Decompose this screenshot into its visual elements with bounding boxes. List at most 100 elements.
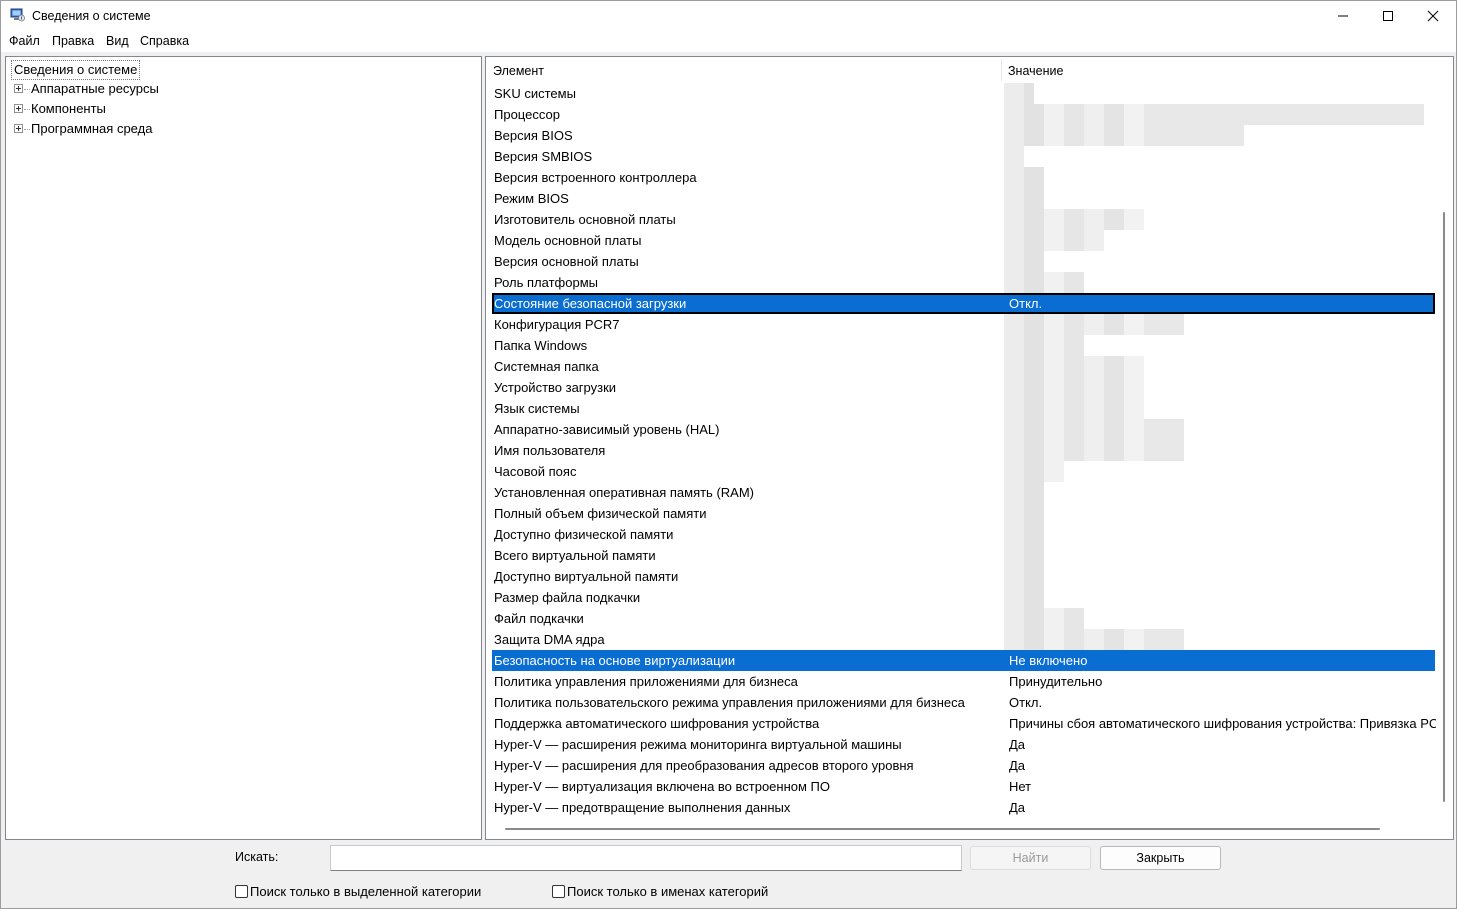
list-row[interactable]: Версия основной платы <box>492 251 1435 272</box>
checkbox-label: Поиск только в именах категорий <box>567 884 769 899</box>
expand-icon[interactable] <box>14 104 23 113</box>
list-row[interactable]: Системная папка <box>492 356 1435 377</box>
minimize-icon <box>1338 15 1348 17</box>
checkbox-search-category-names[interactable]: Поиск только в именах категорий <box>552 884 782 900</box>
list-row[interactable]: Hyper-V — расширения для преобразования … <box>492 755 1435 776</box>
tree-connector <box>24 109 30 110</box>
row-item-label: Защита DMA ядра <box>494 632 605 647</box>
tree-node-label: Аппаратные ресурсы <box>31 81 159 96</box>
redacted-value-mosaic <box>1004 482 1044 503</box>
row-item-label: Безопасность на основе виртуализации <box>494 653 736 668</box>
menu-view[interactable]: Вид <box>105 34 130 48</box>
menu-file[interactable]: Файл <box>8 34 41 48</box>
tree-root-system-summary[interactable]: Сведения о системе <box>11 60 141 80</box>
title-bar[interactable]: Сведения о системе <box>1 1 1456 31</box>
list-row[interactable]: Роль платформы <box>492 272 1435 293</box>
checkbox-box[interactable] <box>235 885 248 898</box>
checkbox-box[interactable] <box>552 885 565 898</box>
list-row[interactable]: Доступно физической памяти <box>492 524 1435 545</box>
expand-icon[interactable] <box>14 124 23 133</box>
list-row[interactable]: Файл подкачки <box>492 608 1435 629</box>
list-row[interactable]: Hyper-V — предотвращение выполнения данн… <box>492 797 1435 818</box>
list-row[interactable]: Версия BIOS <box>492 125 1435 146</box>
row-item-label: Системная папка <box>494 359 599 374</box>
redacted-value-mosaic <box>1004 461 1064 482</box>
redacted-value-mosaic <box>1004 104 1424 125</box>
row-item-label: Размер файла подкачки <box>494 590 641 605</box>
category-tree[interactable]: Сведения о системе Аппаратные ресурсы Ко… <box>5 56 482 840</box>
tree-node-label: Компоненты <box>31 101 106 116</box>
row-item-label: Устройство загрузки <box>494 380 617 395</box>
list-row[interactable]: Режим BIOS <box>492 188 1435 209</box>
search-label: Искать: <box>235 850 279 864</box>
maximize-button[interactable] <box>1365 1 1411 31</box>
list-row[interactable]: Устройство загрузки <box>492 377 1435 398</box>
list-row[interactable]: Версия SMBIOS <box>492 146 1435 167</box>
row-value: Нет <box>1009 779 1032 794</box>
vertical-scroll-thumb[interactable] <box>1443 212 1445 802</box>
close-button[interactable]: Закрыть <box>1100 846 1221 870</box>
list-row[interactable]: Аппаратно-зависимый уровень (HAL) <box>492 419 1435 440</box>
close-window-button[interactable] <box>1410 1 1456 31</box>
redacted-value-mosaic <box>1004 125 1244 146</box>
column-divider[interactable] <box>1001 59 1002 81</box>
list-row[interactable]: Поддержка автоматического шифрования уст… <box>492 713 1438 734</box>
list-row[interactable]: Установленная оперативная память (RAM) <box>492 482 1435 503</box>
vertical-scrollbar[interactable] <box>1436 57 1453 839</box>
row-item-label: Версия встроенного контроллера <box>494 170 697 185</box>
row-item-label: Версия SMBIOS <box>494 149 593 164</box>
list-row[interactable]: Состояние безопасной загрузки Откл. <box>492 293 1435 314</box>
redacted-value-mosaic <box>1004 230 1104 251</box>
search-input[interactable] <box>330 845 962 871</box>
list-row[interactable]: Доступно виртуальной памяти <box>492 566 1435 587</box>
details-list[interactable]: Элемент Значение SKU системы Процессор Вер… <box>485 56 1454 840</box>
maximize-icon <box>1383 11 1393 21</box>
tree-node-label: Программная среда <box>31 121 153 136</box>
row-item-label: Hyper-V — расширения режима мониторинга … <box>494 737 902 752</box>
expand-icon[interactable] <box>14 84 23 93</box>
redacted-value-mosaic <box>1004 608 1084 629</box>
list-row[interactable]: SKU системы <box>492 83 1435 104</box>
redacted-value-mosaic <box>1004 524 1044 545</box>
menu-edit[interactable]: Правка <box>51 34 95 48</box>
minimize-button[interactable] <box>1320 1 1366 31</box>
list-row[interactable]: Hyper-V — виртуализация включена во встр… <box>492 776 1435 797</box>
list-row[interactable]: Модель основной платы <box>492 230 1435 251</box>
row-item-label: Hyper-V — расширения для преобразования … <box>494 758 914 773</box>
list-row[interactable]: Папка Windows <box>492 335 1435 356</box>
list-row[interactable]: Всего виртуальной памяти <box>492 545 1435 566</box>
column-header-item[interactable]: Элемент <box>493 64 544 78</box>
list-row[interactable]: Язык системы <box>492 398 1435 419</box>
list-row[interactable]: Полный объем физической памяти <box>492 503 1435 524</box>
redacted-value-mosaic <box>1004 587 1044 608</box>
list-row[interactable]: Имя пользователя <box>492 440 1435 461</box>
column-header-value[interactable]: Значение <box>1008 64 1063 78</box>
list-row[interactable]: Политика управления приложениями для биз… <box>492 671 1435 692</box>
list-row[interactable]: Размер файла подкачки <box>492 587 1435 608</box>
row-item-label: Версия основной платы <box>494 254 639 269</box>
redacted-value-mosaic <box>1004 377 1144 398</box>
row-item-label: Аппаратно-зависимый уровень (HAL) <box>494 422 720 437</box>
list-row[interactable]: Конфигурация PCR7 <box>492 314 1435 335</box>
redacted-value-mosaic <box>1004 356 1144 377</box>
row-item-label: Часовой пояс <box>494 464 577 479</box>
list-row[interactable]: Безопасность на основе виртуализации Не в… <box>492 650 1435 671</box>
row-value: Да <box>1009 800 1026 815</box>
list-row[interactable]: Версия встроенного контроллера <box>492 167 1435 188</box>
find-button[interactable]: Найти <box>970 846 1091 870</box>
checkbox-search-selected-category[interactable]: Поиск только в выделенной категории <box>235 884 495 900</box>
menu-help[interactable]: Справка <box>139 34 190 48</box>
row-value: Причины сбоя автоматического шифрования … <box>1009 716 1439 731</box>
list-row[interactable]: Политика пользовательского режима управл… <box>492 692 1435 713</box>
row-item-label: Поддержка автоматического шифрования уст… <box>494 716 820 731</box>
redacted-value-mosaic <box>1004 146 1024 167</box>
list-row[interactable]: Защита DMA ядра <box>492 629 1435 650</box>
row-value: Принудительно <box>1009 674 1103 689</box>
list-row[interactable]: Часовой пояс <box>492 461 1435 482</box>
horizontal-scroll-thumb[interactable] <box>505 828 1380 830</box>
list-row[interactable]: Изготовитель основной платы <box>492 209 1435 230</box>
list-row[interactable]: Hyper-V — расширения режима мониторинга … <box>492 734 1435 755</box>
row-item-label: Политика пользовательского режима управл… <box>494 695 965 710</box>
list-row[interactable]: Процессор <box>492 104 1435 125</box>
row-item-label: Папка Windows <box>494 338 588 353</box>
